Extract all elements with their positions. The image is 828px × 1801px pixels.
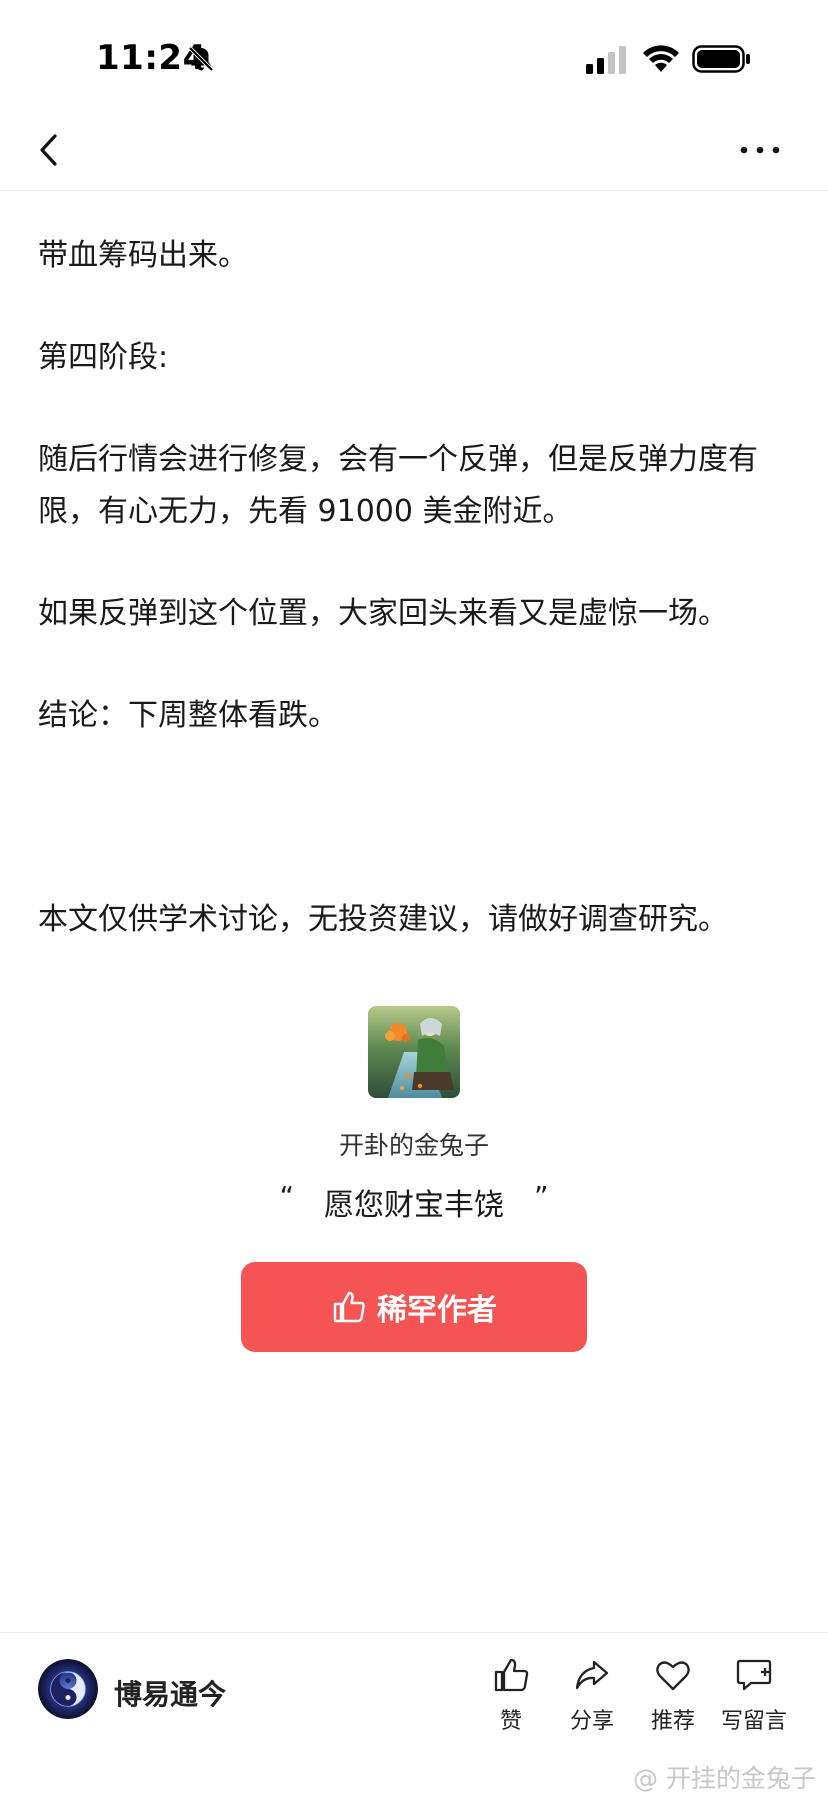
article-paragraph: 结论：下周整体看跌。: [38, 698, 338, 733]
more-button[interactable]: [732, 124, 788, 176]
status-bar: 11:24: [0, 0, 828, 110]
thumbs-up-icon: [333, 1291, 365, 1323]
article-paragraph: 第四阶段:: [38, 340, 169, 375]
author-motto: 愿您财宝丰饶: [324, 1188, 504, 1223]
comment-add-icon: [736, 1659, 772, 1691]
article-paragraph: 带血筹码出来。: [38, 238, 248, 273]
account-name[interactable]: 博易通今: [114, 1673, 226, 1713]
thumbs-up-icon: [494, 1658, 529, 1692]
back-button[interactable]: [28, 124, 72, 176]
account-avatar[interactable]: [38, 1659, 98, 1719]
like-button[interactable]: 赞: [471, 1655, 551, 1735]
author-card: 开卦的金兔子 “ 愿您财宝丰饶 ” 稀罕作者: [0, 1006, 828, 1352]
wifi-icon: [643, 45, 679, 72]
article-paragraph: 如果反弹到这个位置，大家回头来看又是虚惊一场。: [38, 596, 728, 631]
article-body: 带血筹码出来。 第四阶段: 随后行情会进行修复，会有一个反弹，但是反弹力度有限，…: [38, 230, 798, 946]
recommend-button[interactable]: 推荐: [633, 1655, 713, 1735]
reward-author-button[interactable]: 稀罕作者: [241, 1262, 587, 1352]
more-horizontal-icon: [740, 146, 780, 154]
bell-slash-icon: [188, 46, 214, 72]
quote-open: “: [279, 1180, 294, 1213]
reward-button-label: 稀罕作者: [377, 1293, 497, 1328]
battery-icon: [692, 45, 750, 73]
bottom-bar: 博易通今 赞 分享 推荐 写留言 @ 开挂的金兔子: [0, 1632, 828, 1801]
share-icon: [575, 1660, 609, 1690]
author-name: 开卦的金兔子: [338, 1131, 489, 1160]
share-button[interactable]: 分享: [552, 1655, 632, 1735]
nav-bar: [0, 110, 828, 191]
share-label: 分享: [569, 1709, 614, 1734]
chevron-left-icon: [40, 134, 57, 166]
signal-icon: [586, 46, 626, 74]
recommend-label: 推荐: [650, 1709, 695, 1734]
article-paragraph: 随后行情会进行修复，会有一个反弹，但是反弹力度有限，有心无力，先看 91000 …: [38, 442, 758, 529]
heart-icon: [656, 1661, 690, 1691]
author-avatar[interactable]: [368, 1006, 460, 1098]
watermark: @ 开挂的金兔子: [633, 1764, 816, 1793]
write-comment-label: 写留言: [720, 1709, 787, 1734]
write-comment-button[interactable]: 写留言: [714, 1655, 794, 1735]
author-motto-line: “ 愿您财宝丰饶 ”: [0, 1180, 828, 1224]
like-label: 赞: [499, 1709, 522, 1734]
disclaimer-paragraph: 本文仅供学术讨论，无投资建议，请做好调查研究。: [38, 902, 728, 937]
quote-close: ”: [534, 1180, 549, 1213]
